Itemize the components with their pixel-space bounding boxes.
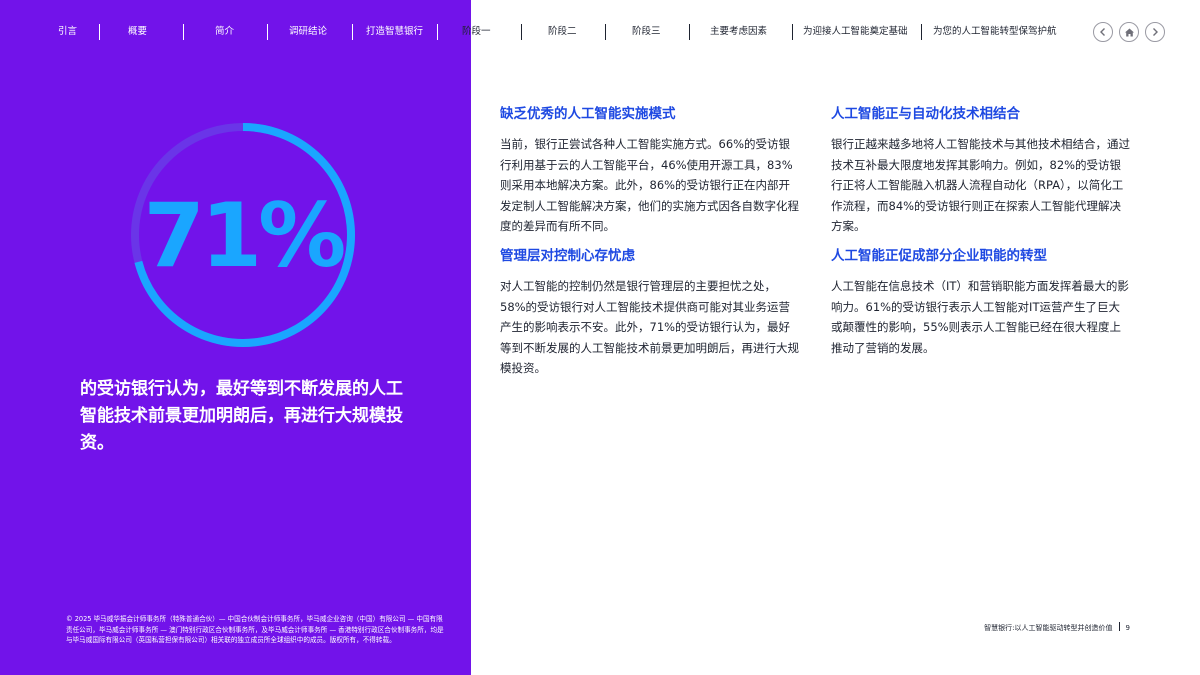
document-title: 智慧银行:以人工智能驱动转型并创造价值	[984, 624, 1113, 632]
content-column-left: 缺乏优秀的人工智能实施模式 当前，银行正尝试各种人工智能实施方式。66%的受访银…	[500, 104, 800, 379]
section-body: 银行正越来越多地将人工智能技术与其他技术相结合，通过技术互补最大限度地发挥其影响…	[831, 137, 1130, 234]
content-column-right: 人工智能正与自动化技术相结合 银行正越来越多地将人工智能技术与其他技术相结合，通…	[831, 104, 1131, 358]
copyright-notice: © 2025 毕马威华振会计师事务所（特殊普通合伙）— 中国合伙制会计师事务所，…	[66, 615, 444, 644]
nav-item-stage-3[interactable]: 阶段三	[632, 24, 661, 40]
nav-item-summary[interactable]: 概要	[128, 24, 147, 40]
nav-item-stage-1[interactable]: 阶段一	[462, 24, 491, 40]
page-number: 9	[1125, 624, 1130, 632]
nav-divider	[921, 24, 922, 40]
nav-divider	[792, 24, 793, 40]
section-heading: 缺乏优秀的人工智能实施模式	[500, 106, 676, 122]
section-heading: 管理层对控制心存忧虑	[500, 247, 635, 264]
chevron-right-icon	[1153, 28, 1158, 36]
nav-item-overview[interactable]: 简介	[215, 24, 234, 40]
section-body: 当前，银行正尝试各种人工智能实施方式。66%的受访银行利用基于云的人工智能平台，…	[500, 137, 799, 234]
home-icon	[1124, 28, 1134, 36]
nav-divider	[605, 24, 606, 40]
section-heading: 人工智能正促成部分企业职能的转型	[831, 247, 1047, 264]
chevron-left-icon	[1100, 28, 1105, 36]
nav-item-ai-foundation[interactable]: 为迎接人工智能奠定基础	[803, 24, 908, 40]
nav-item-key-considerations[interactable]: 主要考虑因素	[710, 24, 767, 40]
nav-divider	[521, 24, 522, 40]
nav-divider	[267, 24, 268, 40]
nav-item-ai-transformation[interactable]: 为您的人工智能转型保驾护航	[933, 24, 1057, 40]
page-footer: 智慧银行:以人工智能驱动转型并创造价值 9	[984, 622, 1130, 633]
section-body: 对人工智能的控制仍然是银行管理层的主要担忧之处，58%的受访银行对人工智能技术提…	[500, 278, 799, 376]
section-heading: 人工智能正与自动化技术相结合	[831, 106, 1020, 122]
nav-item-stage-2[interactable]: 阶段二	[548, 24, 577, 40]
nav-divider	[99, 24, 100, 40]
home-button[interactable]	[1119, 22, 1139, 42]
footer-divider	[1118, 622, 1120, 631]
top-navigation: 引言 概要 简介 调研结论 打造智慧银行 阶段一 阶段二 阶段三 主要考虑因素 …	[0, 0, 1165, 64]
next-page-button[interactable]	[1145, 22, 1165, 42]
nav-item-smart-bank[interactable]: 打造智慧银行	[366, 24, 423, 40]
nav-divider	[689, 24, 690, 40]
nav-item-intro[interactable]: 引言	[58, 24, 77, 40]
nav-divider	[183, 24, 184, 40]
section-body: 人工智能在信息技术（IT）和营销职能方面发挥着最大的影响力。61%的受访银行表示…	[831, 278, 1129, 355]
prev-page-button[interactable]	[1093, 22, 1113, 42]
stat-caption: 的受访银行认为，最好等到不断发展的人工智能技术前景更加明朗后，再进行大规模投资。	[80, 379, 403, 453]
nav-divider	[352, 24, 353, 40]
nav-divider	[437, 24, 438, 40]
stat-value: 71%	[143, 183, 347, 287]
nav-item-findings[interactable]: 调研结论	[289, 24, 327, 40]
